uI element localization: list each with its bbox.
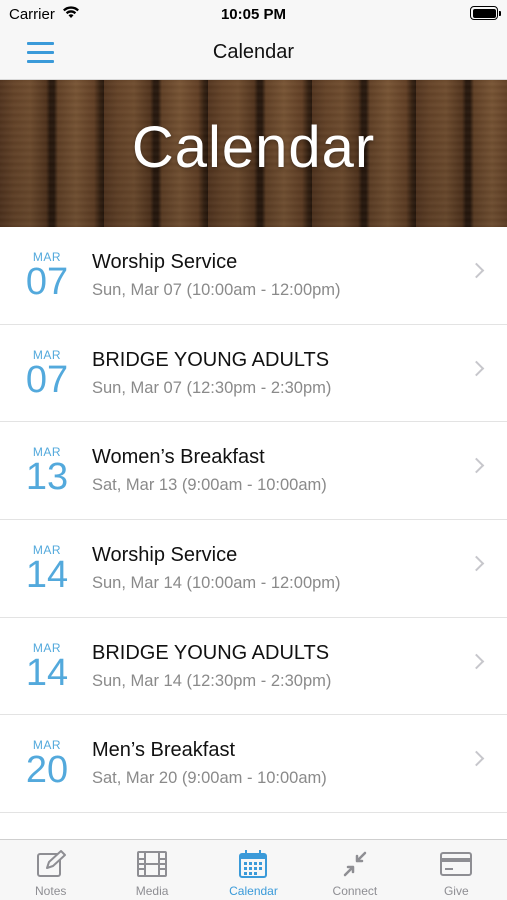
event-date: MAR 14 [18, 544, 76, 597]
event-title: Women’s Breakfast [92, 446, 265, 469]
event-time: Sun, Mar 14 (12:30pm - 2:30pm) [92, 671, 332, 690]
event-row[interactable]: MAR 20 Men’s Breakfast Sat, Mar 20 (9:00… [0, 715, 507, 814]
tab-bar: Notes Media Calendar Connect Give [0, 839, 507, 900]
event-time: Sat, Mar 13 (9:00am - 10:00am) [92, 476, 327, 495]
tab-label: Media [135, 884, 169, 898]
chevron-right-icon [468, 360, 485, 376]
event-row[interactable]: MAR 07 Worship Service Sun, Mar 07 (10:0… [0, 227, 507, 325]
event-date: MAR 07 [18, 348, 76, 401]
event-row[interactable]: MAR 13 Women’s Breakfast Sat, Mar 13 (9:… [0, 422, 507, 521]
event-day: 14 [25, 554, 69, 597]
credit-card-icon [440, 852, 473, 876]
event-day: 14 [25, 651, 69, 694]
event-row[interactable]: MAR 07 BRIDGE YOUNG ADULTS Sun, Mar 07 (… [0, 324, 507, 423]
hero-banner: Calendar [0, 80, 507, 227]
chevron-right-icon [468, 653, 485, 670]
event-date: MAR 13 [18, 446, 76, 499]
tab-label: Calendar [229, 884, 278, 898]
status-time: 10:05 PM [220, 6, 287, 23]
event-date: MAR 14 [18, 641, 76, 694]
event-title: Worship Service [92, 544, 238, 567]
tab-label: Notes [35, 884, 67, 898]
chevron-right-icon [468, 751, 485, 767]
event-time: Sat, Mar 20 (9:00am - 10:00am) [92, 769, 327, 788]
event-time: Sun, Mar 07 (10:00am - 12:00pm) [92, 281, 341, 299]
event-title: Men’s Breakfast [92, 739, 236, 762]
event-time: Sun, Mar 07 (12:30pm - 2:30pm) [92, 378, 332, 397]
event-date: MAR 20 [18, 739, 76, 792]
event-day: 13 [25, 456, 69, 499]
event-day: 07 [25, 261, 69, 303]
tab-connect[interactable]: Connect [304, 840, 405, 900]
event-title: BRIDGE YOUNG ADULTS [92, 641, 330, 664]
event-time: Sun, Mar 14 (10:00am - 12:00pm) [92, 574, 341, 593]
event-row[interactable]: MAR 14 BRIDGE YOUNG ADULTS Sun, Mar 14 (… [0, 617, 507, 716]
nav-title: Calendar [212, 41, 295, 63]
battery-icon [470, 6, 501, 20]
tab-give[interactable]: Give [406, 840, 507, 900]
event-date: MAR 07 [18, 251, 76, 303]
notes-icon [36, 850, 66, 877]
tab-label: Connect [332, 884, 378, 898]
chevron-right-icon [468, 555, 485, 572]
chevron-right-icon [468, 262, 485, 279]
event-day: 07 [25, 358, 69, 401]
tab-label: Give [443, 884, 469, 898]
event-title: Worship Service [92, 251, 238, 273]
film-icon [137, 851, 168, 877]
tab-media[interactable]: Media [101, 840, 202, 900]
chevron-right-icon [468, 458, 485, 474]
navigation-bar: Calendar [0, 28, 507, 80]
calendar-icon [239, 850, 268, 878]
connect-icon [343, 851, 367, 877]
tab-calendar[interactable]: Calendar [203, 840, 304, 900]
event-day: 20 [25, 749, 69, 792]
tab-notes[interactable]: Notes [0, 840, 101, 900]
event-title: BRIDGE YOUNG ADULTS [92, 348, 330, 371]
event-row[interactable]: MAR 14 Worship Service Sun, Mar 14 (10:0… [0, 520, 507, 618]
event-list: MAR 07 Worship Service Sun, Mar 07 (10:0… [0, 227, 507, 814]
hero-title: Calendar [131, 115, 376, 180]
status-bar: Carrier 10:05 PM [0, 0, 507, 28]
